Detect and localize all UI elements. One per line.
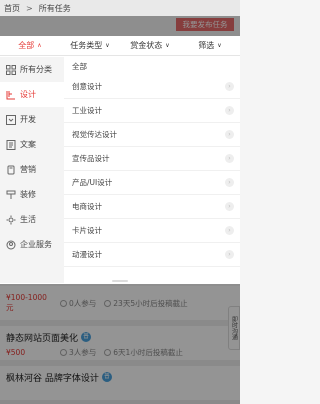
breadcrumb-home[interactable]: 首页 bbox=[4, 3, 20, 14]
chevron-right-icon: › bbox=[225, 202, 234, 211]
code-icon bbox=[6, 114, 16, 125]
chevron-right-icon: › bbox=[225, 250, 234, 259]
chevron-down-icon: ∨ bbox=[105, 42, 110, 49]
chevron-right-icon: › bbox=[225, 226, 234, 235]
subcategory-item[interactable]: 视觉传达设计 › bbox=[64, 123, 240, 147]
subcategory-item-all[interactable]: 全部 bbox=[64, 57, 240, 75]
subcategory-item[interactable]: 卡片设计 › bbox=[64, 219, 240, 243]
category-item-copy[interactable]: 文案 bbox=[0, 132, 64, 157]
subcategory-list: 全部 创意设计 › 工业设计 › 视觉传达设计 › 宣传品设计 › 产品/UI设… bbox=[64, 57, 240, 283]
filter-screen[interactable]: 筛选 ∨ bbox=[180, 36, 240, 55]
breadcrumb-separator: > bbox=[26, 4, 33, 13]
category-list: 所有分类 设计 开发 文案 营销 装修 生活 企业服务 bbox=[0, 57, 64, 283]
chevron-right-icon: › bbox=[225, 178, 234, 187]
category-item-decoration[interactable]: 装修 bbox=[0, 182, 64, 207]
grid-icon bbox=[6, 64, 16, 75]
chevron-down-icon: ∨ bbox=[165, 42, 170, 49]
chevron-right-icon: › bbox=[225, 154, 234, 163]
chevron-right-icon: › bbox=[225, 130, 234, 139]
filter-task-type[interactable]: 任务类型 ∨ bbox=[60, 36, 120, 55]
subcategory-item[interactable]: 工业设计 › bbox=[64, 99, 240, 123]
breadcrumb: 首页 > 所有任务 bbox=[4, 3, 71, 14]
category-item-life[interactable]: 生活 bbox=[0, 207, 64, 232]
subcategory-item[interactable]: 电商设计 › bbox=[64, 195, 240, 219]
chevron-up-icon: ∧ bbox=[37, 42, 42, 49]
filter-all[interactable]: 全部 ∧ bbox=[0, 36, 60, 55]
life-icon bbox=[6, 215, 16, 225]
breadcrumb-current: 所有任务 bbox=[38, 4, 71, 13]
subcategory-item[interactable]: 产品/UI设计 › bbox=[64, 171, 240, 195]
panel-drag-handle[interactable] bbox=[112, 280, 128, 282]
filter-bar: 全部 ∧ 任务类型 ∨ 赏金状态 ∨ 筛选 ∨ bbox=[0, 36, 240, 56]
business-icon bbox=[6, 240, 16, 250]
chevron-down-icon: ∨ bbox=[217, 42, 222, 49]
category-item-business[interactable]: 企业服务 bbox=[0, 232, 64, 257]
subcategory-item[interactable]: 动漫设计 › bbox=[64, 243, 240, 267]
paint-icon bbox=[6, 190, 16, 200]
subcategory-item[interactable]: 宣传品设计 › bbox=[64, 147, 240, 171]
marketing-icon bbox=[6, 165, 16, 175]
subcategory-item[interactable]: 创意设计 › bbox=[64, 75, 240, 99]
chevron-right-icon: › bbox=[225, 106, 234, 115]
category-item-marketing[interactable]: 营销 bbox=[0, 157, 64, 182]
top-bar: 首页 > 所有任务 bbox=[0, 0, 240, 16]
design-icon bbox=[6, 90, 16, 100]
category-item-dev[interactable]: 开发 bbox=[0, 107, 64, 132]
filter-bounty-status[interactable]: 赏金状态 ∨ bbox=[120, 36, 180, 55]
doc-icon bbox=[6, 139, 16, 150]
category-dropdown: 全部 ∧ 任务类型 ∨ 赏金状态 ∨ 筛选 ∨ 所有分类 设计 开发 文案 营销… bbox=[0, 36, 240, 284]
chevron-right-icon: › bbox=[225, 82, 234, 91]
category-item-design[interactable]: 设计 bbox=[0, 82, 64, 107]
category-item-all[interactable]: 所有分类 bbox=[0, 57, 64, 82]
